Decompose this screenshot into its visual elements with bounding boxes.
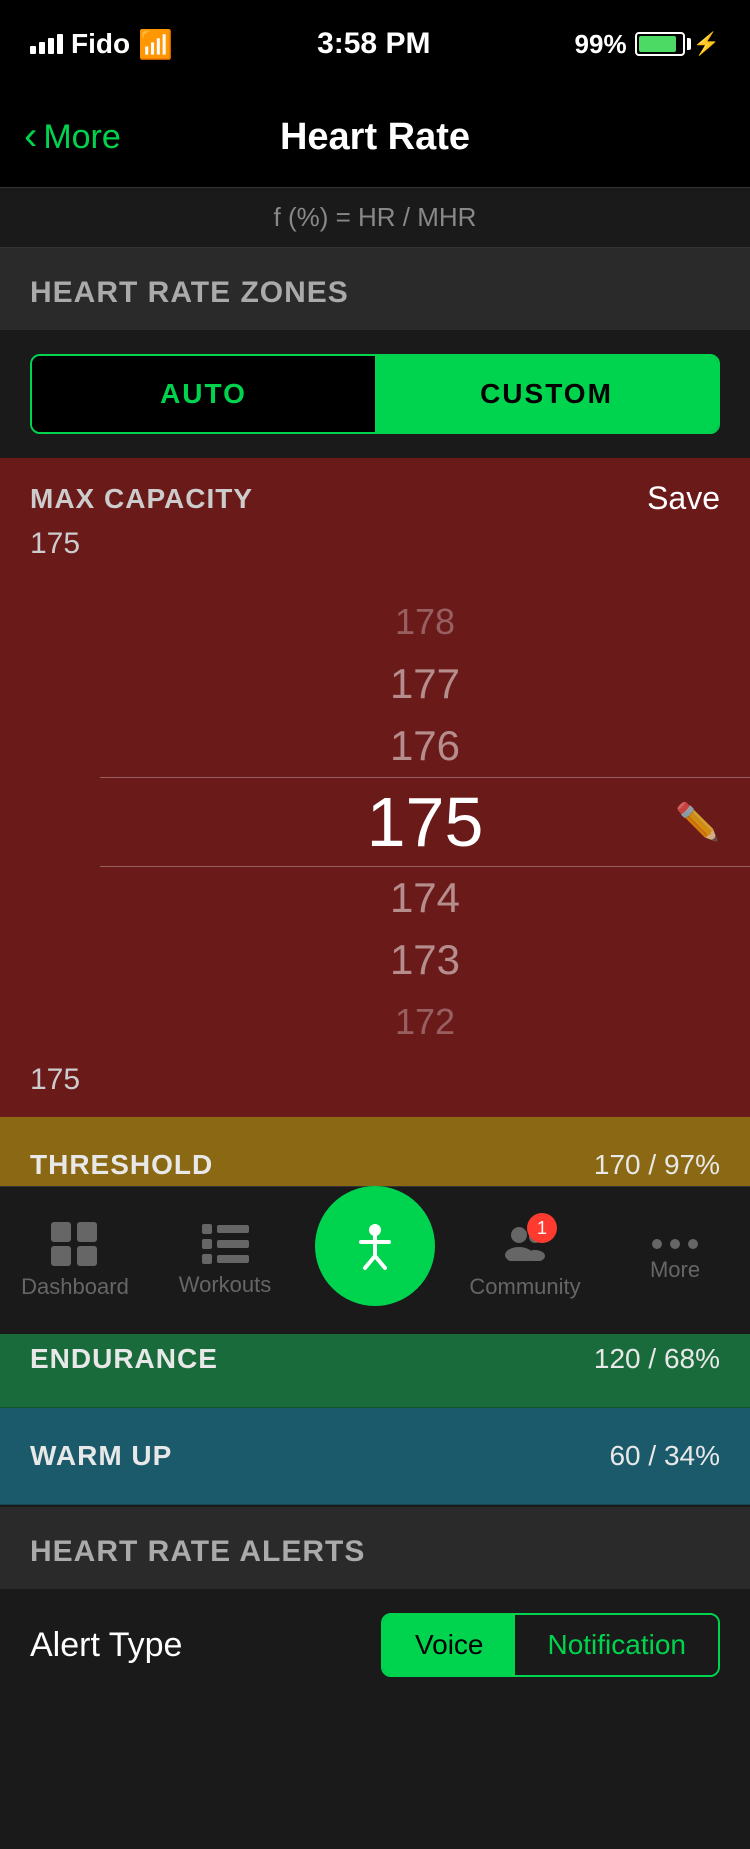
max-capacity-section: MAX CAPACITY Save 175 178 177 176 175 17… — [0, 458, 750, 1117]
battery-fill — [639, 36, 677, 52]
threshold-label: THRESHOLD — [30, 1149, 213, 1181]
page-title: Heart Rate — [280, 116, 470, 159]
zone-row-warmup[interactable]: WARM UP 60 / 34% — [0, 1408, 750, 1505]
community-notification-badge: 1 — [527, 1213, 557, 1243]
dashboard-label: Dashboard — [21, 1274, 129, 1300]
picker-numbers: 178 177 176 175 174 173 172 — [0, 591, 750, 1053]
max-capacity-header: MAX CAPACITY Save — [0, 458, 750, 527]
max-capacity-label: MAX CAPACITY — [30, 483, 253, 515]
edit-icon[interactable]: ✏️ — [675, 801, 720, 843]
workouts-icon — [202, 1224, 249, 1264]
warmup-value: 60 / 34% — [609, 1440, 720, 1472]
status-left: Fido 📶 — [30, 28, 173, 61]
alert-type-toggle[interactable]: Voice Notification — [381, 1613, 720, 1677]
picker-num-177: 177 — [100, 653, 750, 715]
picker-num-176: 176 — [100, 715, 750, 777]
battery-percent: 99% — [575, 29, 627, 60]
tab-more[interactable]: More — [600, 1239, 750, 1283]
zone-mode-toggle[interactable]: AUTO CUSTOM — [30, 354, 720, 434]
heart-rate-alerts-header: HEART RATE ALERTS — [0, 1507, 750, 1589]
tab-bar: Dashboard Workouts — [0, 1186, 750, 1334]
charging-icon: ⚡ — [693, 31, 720, 57]
battery-icon — [635, 32, 685, 56]
picker-num-178: 178 — [100, 591, 750, 653]
back-button[interactable]: ‹ More — [24, 118, 121, 157]
alert-type-row: Alert Type Voice Notification — [0, 1589, 750, 1701]
picker-num-175-selected: 175 — [100, 777, 750, 867]
number-picker[interactable]: 178 177 176 175 174 173 172 ✏️ — [0, 581, 750, 1063]
tab-workouts[interactable]: Workouts — [150, 1224, 300, 1298]
status-right: 99% ⚡ — [575, 29, 720, 60]
zones-section-title: HEART RATE ZONES — [30, 276, 349, 309]
more-icon — [652, 1239, 698, 1249]
side-label-bottom: 175 — [0, 1063, 750, 1117]
signal-icon — [30, 34, 63, 54]
picker-num-174: 174 — [100, 867, 750, 929]
workouts-label: Workouts — [179, 1272, 272, 1298]
zone-mode-toggle-container: AUTO CUSTOM — [0, 330, 750, 458]
endurance-value: 120 / 68% — [594, 1343, 720, 1375]
activity-icon — [349, 1220, 401, 1272]
save-button[interactable]: Save — [647, 480, 720, 517]
endurance-label: ENDURANCE — [30, 1343, 218, 1375]
chevron-left-icon: ‹ — [24, 116, 37, 156]
tab-activity[interactable] — [300, 1186, 450, 1336]
community-badge: 1 — [501, 1221, 549, 1266]
heart-rate-zones-header: HEART RATE ZONES — [0, 248, 750, 330]
alerts-section-title: HEART RATE ALERTS — [30, 1535, 365, 1568]
subtitle-text: f (%) = HR / MHR — [274, 202, 477, 233]
voice-alert-option[interactable]: Voice — [383, 1615, 516, 1675]
alert-type-label: Alert Type — [30, 1626, 182, 1665]
picker-num-172: 172 — [100, 991, 750, 1053]
subtitle-bar: f (%) = HR / MHR — [0, 188, 750, 248]
custom-toggle-option[interactable]: CUSTOM — [375, 356, 718, 432]
notification-alert-option[interactable]: Notification — [515, 1615, 718, 1675]
threshold-value: 170 / 97% — [594, 1149, 720, 1181]
back-label: More — [43, 118, 120, 157]
community-label: Community — [469, 1274, 580, 1300]
status-bar: Fido 📶 3:58 PM 99% ⚡ — [0, 0, 750, 88]
tab-community[interactable]: 1 Community — [450, 1221, 600, 1300]
auto-toggle-option[interactable]: AUTO — [32, 356, 375, 432]
wifi-icon: 📶 — [138, 28, 173, 61]
warmup-label: WARM UP — [30, 1440, 172, 1472]
status-time: 3:58 PM — [317, 27, 430, 61]
more-label: More — [650, 1257, 700, 1283]
picker-num-173: 173 — [100, 929, 750, 991]
nav-bar: ‹ More Heart Rate — [0, 88, 750, 188]
carrier-label: Fido — [71, 28, 130, 60]
activity-center-button[interactable] — [315, 1186, 435, 1306]
dashboard-icon — [51, 1222, 99, 1266]
side-label-top: 175 — [0, 527, 750, 581]
tab-dashboard[interactable]: Dashboard — [0, 1222, 150, 1300]
